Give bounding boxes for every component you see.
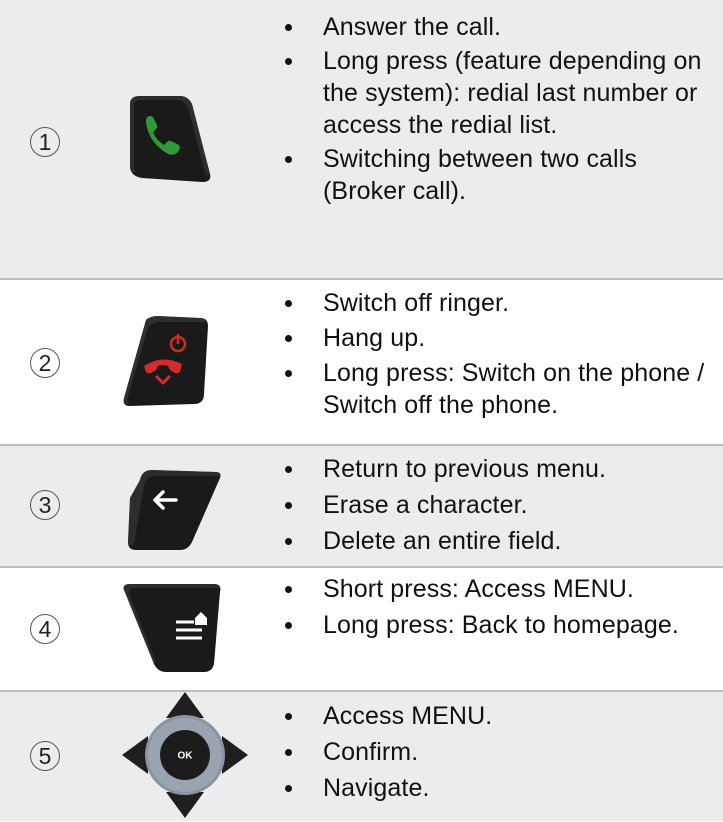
list-item: Access MENU.: [275, 700, 715, 732]
bullet-list: Return to previous menu. Erase a charact…: [275, 453, 715, 557]
row-number-badge: 1: [30, 127, 60, 157]
table-row: 1 Answer the call. Long press (feature d…: [0, 0, 723, 278]
row-number-badge: 4: [30, 614, 60, 644]
list-item: Switching between two calls (Broker call…: [275, 143, 715, 207]
list-item: Long press: Switch on the phone / Switch…: [275, 357, 715, 421]
ok-label: OK: [178, 751, 194, 762]
list-item: Navigate.: [275, 772, 715, 804]
bullet-list: Short press: Access MENU. Long press: Ba…: [275, 573, 715, 641]
key-description-table: 1 Answer the call. Long press (feature d…: [0, 0, 723, 821]
list-item: Short press: Access MENU.: [275, 573, 715, 605]
row-number-badge: 3: [30, 490, 60, 520]
row-number-badge: 2: [30, 348, 60, 378]
table-row: 5 OK Access MENU. Confirm. Navigate.: [0, 692, 723, 821]
list-item: Long press (feature depending on the sys…: [275, 45, 715, 141]
row-number: 4: [38, 615, 52, 642]
list-item: Long press: Back to homepage.: [275, 609, 715, 641]
table-row: 2 Switch off ringer. Hang up. Long press…: [0, 280, 723, 444]
table-row: 3 Return to previous menu. Erase a chara…: [0, 446, 723, 566]
list-item: Delete an entire field.: [275, 525, 715, 557]
table-row: 4 Short press: Access MENU. Long press: …: [0, 568, 723, 690]
list-item: Confirm.: [275, 736, 715, 768]
navigation-ok-pad-icon: OK: [122, 692, 248, 818]
hang-up-power-key-icon: [123, 316, 208, 406]
bullet-list: Answer the call. Long press (feature dep…: [275, 11, 715, 207]
call-answer-key-icon: [130, 96, 211, 182]
back-arrow-key-icon: [128, 470, 221, 550]
bullet-list: Switch off ringer. Hang up. Long press: …: [275, 287, 715, 421]
row-number: 5: [38, 742, 52, 769]
row-number: 2: [38, 349, 52, 376]
bullet-list: Access MENU. Confirm. Navigate.: [275, 700, 715, 804]
list-item: Answer the call.: [275, 11, 715, 43]
row-number: 1: [38, 128, 52, 155]
list-item: Return to previous menu.: [275, 453, 715, 485]
menu-home-key-icon: [123, 584, 221, 672]
row-number: 3: [38, 491, 52, 518]
list-item: Hang up.: [275, 322, 715, 354]
list-item: Switch off ringer.: [275, 287, 715, 319]
list-item: Erase a character.: [275, 489, 715, 521]
row-number-badge: 5: [30, 741, 60, 771]
